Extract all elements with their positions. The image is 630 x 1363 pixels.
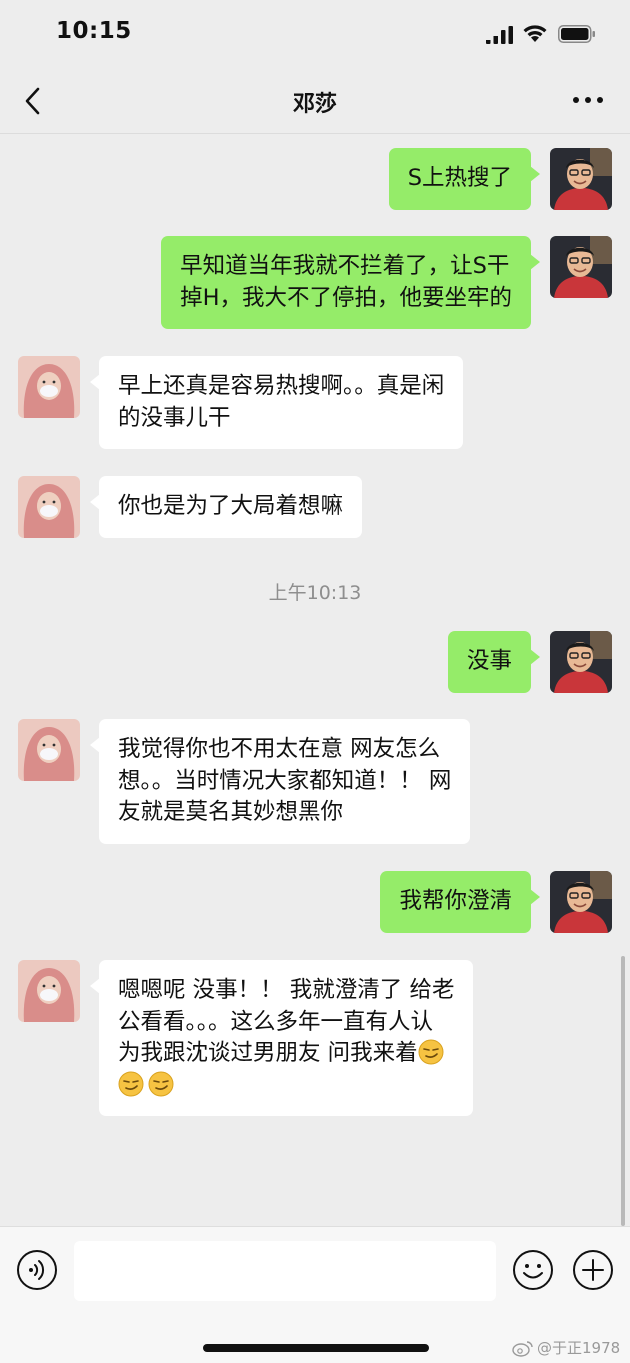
message-text: 友就是莫名其妙想黑你 (118, 799, 344, 825)
chat-scrollbar[interactable] (621, 956, 625, 1226)
message-text: 早上还真是容易热搜啊。。真是闲 (118, 373, 445, 399)
chat-area[interactable]: S上热搜了 早知道当年我就不拦着了，让S干 掉H，我大不了停拍，他要坐牢的 早上… (0, 134, 630, 1226)
message-text-with-emoji: 为我跟沈谈过男朋友 问我来着 (118, 1038, 454, 1070)
message-text: S上热搜了 (407, 165, 512, 191)
message-bubble[interactable]: 没事 (447, 631, 541, 693)
wifi-icon (523, 25, 547, 42)
weibo-icon (512, 1340, 533, 1357)
message-bubble[interactable]: S上热搜了 (388, 148, 541, 210)
message-text: 公看看。。。这么多年一直有人认 (118, 1008, 434, 1035)
my-avatar[interactable] (550, 871, 612, 933)
contact-avatar[interactable] (18, 719, 80, 781)
home-indicator[interactable] (203, 1344, 429, 1352)
message-bubble[interactable]: 早知道当年我就不拦着了，让S干 掉H，我大不了停拍，他要坐牢的 (161, 236, 540, 329)
message-text: 没事 (466, 648, 512, 674)
more-icon[interactable] (572, 94, 604, 106)
watermark-text: @于正1978 (537, 1339, 621, 1357)
smirk-emoji-icon (418, 1039, 444, 1065)
message-text: 的没事儿干 (118, 404, 231, 431)
smirk-emoji-icon (118, 1071, 144, 1096)
nav-bar: 邓莎 (0, 70, 630, 134)
contact-avatar[interactable] (18, 356, 80, 418)
message-bubble[interactable]: 我觉得你也不用太在意 网友怎么 想。。当时情况大家都知道！！ 网 友就是莫名其妙… (89, 719, 471, 844)
message-text: 想。。当时情况大家都知道！！ 网 (118, 767, 452, 794)
message-bubble[interactable]: 我帮你澄清 (380, 871, 540, 933)
chat-title: 邓莎 (292, 92, 337, 117)
status-bar: 10:15 (0, 0, 630, 70)
message-text: 我觉得你也不用太在意 网友怎么 (118, 736, 441, 762)
message-text: 掉H，我大不了停拍，他要坐牢的 (180, 284, 512, 311)
cellular-signal-icon (486, 26, 513, 44)
my-avatar[interactable] (550, 631, 612, 693)
message-text: 你也是为了大局着想嘛 (118, 493, 344, 519)
battery-icon (558, 25, 595, 43)
smirk-emoji-icon (148, 1071, 174, 1096)
message-text: 为我跟沈谈过男朋友 问我来着 (118, 1040, 418, 1066)
message-bubble[interactable]: 嗯嗯呢 没事！！ 我就澄清了 给老 公看看。。。这么多年一直有人认 为我跟沈谈过… (89, 960, 474, 1116)
contact-avatar[interactable] (18, 476, 80, 538)
plus-icon[interactable] (572, 1249, 614, 1291)
message-bubble[interactable]: 你也是为了大局着想嘛 (89, 476, 363, 538)
message-bubble[interactable]: 早上还真是容易热搜啊。。真是闲 的没事儿干 (89, 356, 464, 449)
status-time: 10:15 (56, 18, 132, 44)
my-avatar[interactable] (550, 148, 612, 210)
my-avatar[interactable] (550, 236, 612, 298)
message-input[interactable] (74, 1241, 496, 1301)
contact-avatar[interactable] (18, 960, 80, 1022)
message-timestamp: 上午10:13 (268, 582, 362, 604)
input-bar: @于正1978 (0, 1226, 630, 1363)
emoji-row (118, 1070, 454, 1102)
message-text: 我帮你澄清 (399, 888, 512, 914)
emoji-icon[interactable] (512, 1249, 554, 1291)
message-text: 嗯嗯呢 没事！！ 我就澄清了 给老 (118, 977, 455, 1003)
watermark: @于正1978 (512, 1337, 620, 1358)
message-text: 早知道当年我就不拦着了，让S干 (180, 253, 510, 279)
voice-icon[interactable] (16, 1249, 58, 1291)
